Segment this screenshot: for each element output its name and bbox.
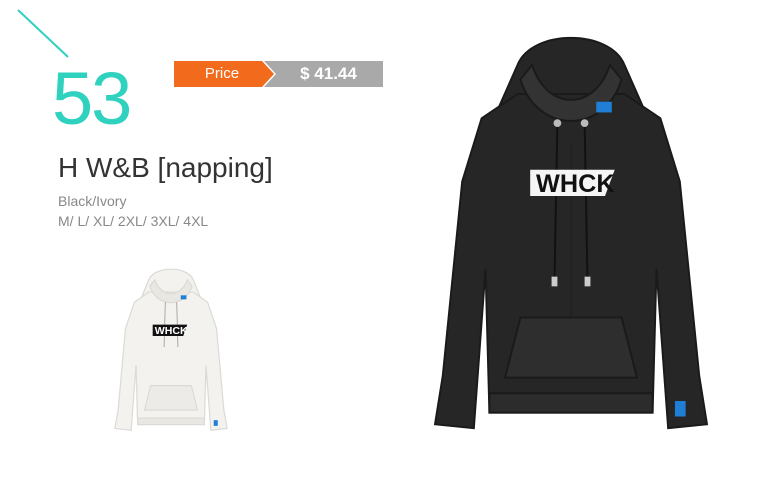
hoodie-ivory-image[interactable]: WHCK <box>110 250 232 448</box>
product-name: H W&B [napping] <box>58 152 273 183</box>
hoodie-ivory-print: WHCK <box>155 325 188 337</box>
price-value: $ 41.44 <box>300 64 357 83</box>
product-number: 53 <box>52 57 132 140</box>
price-value-badge: $ 41.44 <box>264 61 383 87</box>
hoodie-black-print: WHCK <box>536 170 615 198</box>
hoodie-black-image[interactable]: WHCK <box>412 26 730 434</box>
price-label-badge: Price <box>174 61 274 87</box>
product-colors: Black/Ivory <box>58 193 127 209</box>
price-label: Price <box>204 65 240 82</box>
product-sizes: M/ L/ XL/ 2XL/ 3XL/ 4XL <box>58 213 209 229</box>
